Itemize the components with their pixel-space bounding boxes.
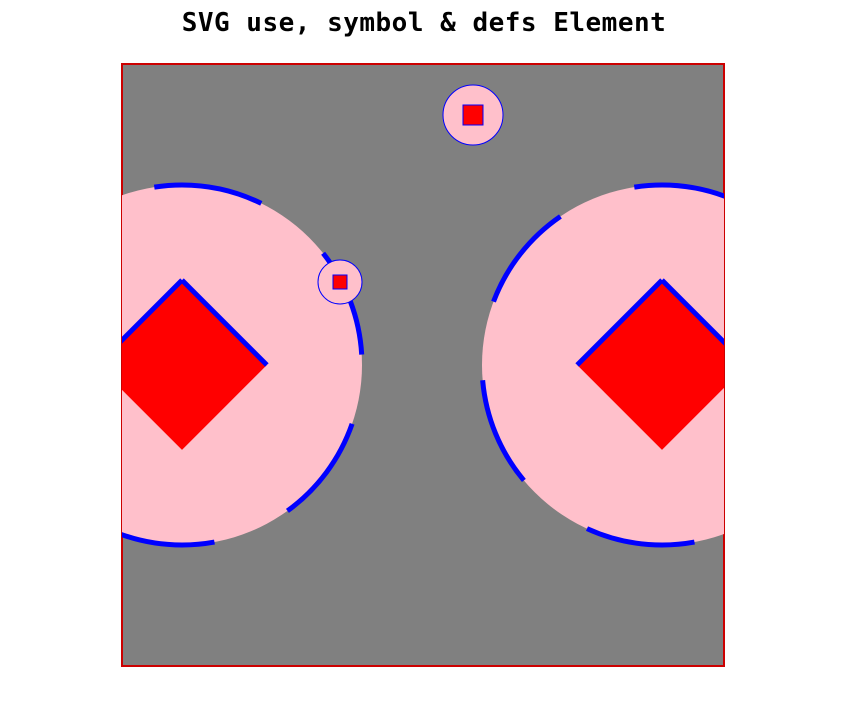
small-circle-top — [442, 84, 504, 146]
svg-canvas — [121, 63, 725, 667]
page-title: SVG use, symbol & defs Element — [181, 8, 667, 38]
small-square-top — [462, 104, 484, 126]
svg-drawing — [121, 63, 725, 667]
small-circle-middle — [317, 259, 363, 305]
small-square-middle — [332, 274, 348, 290]
page: SVG use, symbol & defs Element — [0, 0, 848, 724]
